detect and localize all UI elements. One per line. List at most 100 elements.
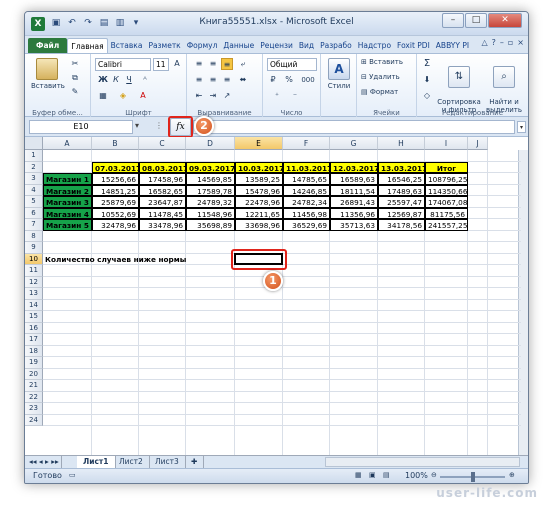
row-header[interactable]: 7 <box>25 219 43 231</box>
select-all-corner[interactable] <box>25 137 43 150</box>
value-cell[interactable]: 24789,32 <box>186 196 235 208</box>
tab-addins[interactable]: Надстро <box>355 38 394 53</box>
sheet-nav-icon[interactable]: ◂◂ ◂ ▸ ▸▸ <box>27 456 62 468</box>
column-header[interactable]: J <box>468 137 488 150</box>
column-header[interactable]: A <box>43 137 92 150</box>
value-cell[interactable]: 25879,69 <box>92 196 139 208</box>
value-cell[interactable]: 11456,98 <box>283 207 330 219</box>
date-header-cell[interactable]: 13.03.2017 <box>378 161 427 173</box>
tab-data[interactable]: Данные <box>220 38 257 53</box>
borders-icon[interactable]: ▦ <box>97 90 109 102</box>
row-header[interactable]: 15 <box>25 311 43 323</box>
column-header[interactable]: I <box>425 137 468 150</box>
row-header[interactable]: 2 <box>25 161 43 173</box>
row-header[interactable]: 13 <box>25 288 43 300</box>
font-color-icon[interactable]: A <box>137 90 149 102</box>
store-name-cell[interactable]: Магазин 4 <box>43 207 92 219</box>
row-header[interactable]: 10 <box>25 253 43 265</box>
value-cell[interactable]: 23647,87 <box>139 196 186 208</box>
total-header-cell[interactable]: Итог <box>425 161 468 173</box>
minimize-button[interactable]: – <box>442 13 464 28</box>
column-header[interactable]: E <box>235 137 283 150</box>
horizontal-scrollbar[interactable] <box>325 457 520 467</box>
column-header[interactable]: G <box>330 137 378 150</box>
tab-abbyy[interactable]: ABBYY PI <box>433 38 472 53</box>
align-left-icon[interactable]: ≡ <box>193 74 205 86</box>
italic-button[interactable]: К <box>110 74 122 86</box>
row-header[interactable]: 9 <box>25 242 43 254</box>
underline-button[interactable]: Ч <box>123 74 135 86</box>
decrease-decimal-icon[interactable]: ⁻ <box>289 90 301 102</box>
date-header-cell[interactable]: 09.03.2017 <box>186 161 235 173</box>
row-header[interactable]: 6 <box>25 207 43 219</box>
value-cell[interactable]: 35698,89 <box>186 219 235 231</box>
view-page-layout-icon[interactable]: ▣ <box>369 471 376 479</box>
styles-button[interactable]: A Стили <box>325 58 353 90</box>
date-header-cell[interactable]: 07.03.2017 <box>92 161 141 173</box>
value-cell[interactable]: 17458,96 <box>139 173 186 185</box>
row-header[interactable]: 4 <box>25 184 43 196</box>
value-cell[interactable]: 33478,96 <box>139 219 186 231</box>
row-header[interactable]: 20 <box>25 368 43 380</box>
bold-button[interactable]: Ж <box>97 74 109 86</box>
sheet-tab-1[interactable]: Лист1 <box>77 456 116 468</box>
row-header[interactable]: 18 <box>25 345 43 357</box>
date-header-cell[interactable]: 08.03.2017 <box>139 161 188 173</box>
value-cell[interactable]: 11356,96 <box>330 207 378 219</box>
value-cell[interactable]: 15478,96 <box>235 184 283 196</box>
format-painter-icon[interactable]: ✎ <box>69 86 81 98</box>
column-header[interactable]: H <box>378 137 425 150</box>
value-cell[interactable]: 32478,96 <box>92 219 139 231</box>
tab-home[interactable]: Главная <box>67 38 108 53</box>
total-cell[interactable]: 174067,08 <box>425 196 468 208</box>
value-cell[interactable]: 14246,85 <box>283 184 330 196</box>
sort-filter-button[interactable]: ⇅ Сортировка и фильтр <box>437 58 481 114</box>
increase-decimal-icon[interactable]: ⁺ <box>271 90 283 102</box>
date-header-cell[interactable]: 12.03.2017 <box>330 161 379 173</box>
row-header[interactable]: 8 <box>25 230 43 242</box>
insert-cells-button[interactable]: ⊞ Вставить <box>361 58 403 66</box>
align-middle-icon[interactable]: ≡ <box>207 58 219 70</box>
row-header[interactable]: 12 <box>25 276 43 288</box>
delete-cells-button[interactable]: ⊟ Удалить <box>361 73 400 81</box>
clear-icon[interactable]: ◇ <box>421 90 433 102</box>
close-button[interactable]: ✕ <box>488 13 522 28</box>
value-cell[interactable]: 16589,63 <box>330 173 378 185</box>
workbook-minimize-icon[interactable]: – <box>500 38 504 47</box>
value-cell[interactable]: 12211,65 <box>235 207 283 219</box>
formula-input[interactable] <box>193 120 515 134</box>
value-cell[interactable]: 34178,56 <box>378 219 425 231</box>
value-cell[interactable]: 15256,66 <box>92 173 139 185</box>
value-cell[interactable]: 13589,25 <box>235 173 283 185</box>
cut-icon[interactable]: ✂ <box>69 58 81 70</box>
value-cell[interactable]: 17589,78 <box>186 184 235 196</box>
sheet-tab-3[interactable]: Лист3 <box>149 456 186 468</box>
align-top-icon[interactable]: ≡ <box>193 58 205 70</box>
store-name-cell[interactable]: Магазин 3 <box>43 196 92 208</box>
view-page-break-icon[interactable]: ▤ <box>383 471 390 479</box>
row-header[interactable]: 22 <box>25 391 43 403</box>
row-header[interactable]: 21 <box>25 380 43 392</box>
total-cell[interactable]: 81175,56 <box>425 207 468 219</box>
workbook-restore-icon[interactable]: ▫ <box>508 38 513 47</box>
tab-formulas[interactable]: Формул <box>184 38 221 53</box>
value-cell[interactable]: 36529,69 <box>283 219 330 231</box>
tab-review[interactable]: Рецензи <box>257 38 296 53</box>
value-cell[interactable]: 22478,96 <box>235 196 283 208</box>
align-right-icon[interactable]: ≡ <box>221 74 233 86</box>
total-cell[interactable]: 114350,66 <box>425 184 468 196</box>
date-header-cell[interactable]: 10.03.2017 <box>235 161 284 173</box>
row-header[interactable]: 11 <box>25 265 43 277</box>
total-cell[interactable]: 241557,25 <box>425 219 468 231</box>
row-header[interactable]: 3 <box>25 173 43 185</box>
autosum-button[interactable]: Σ <box>421 58 433 70</box>
store-name-cell[interactable]: Магазин 5 <box>43 219 92 231</box>
workbook-close-icon[interactable]: × <box>517 38 524 47</box>
column-header[interactable]: D <box>186 137 235 150</box>
indent-increase-icon[interactable]: ⇥ <box>207 90 219 102</box>
value-cell[interactable]: 24782,34 <box>283 196 330 208</box>
column-header[interactable]: F <box>283 137 330 150</box>
row-header[interactable]: 14 <box>25 299 43 311</box>
name-box-dropdown-icon[interactable]: ▾ <box>135 121 139 130</box>
increase-font-icon[interactable]: A <box>171 58 183 70</box>
